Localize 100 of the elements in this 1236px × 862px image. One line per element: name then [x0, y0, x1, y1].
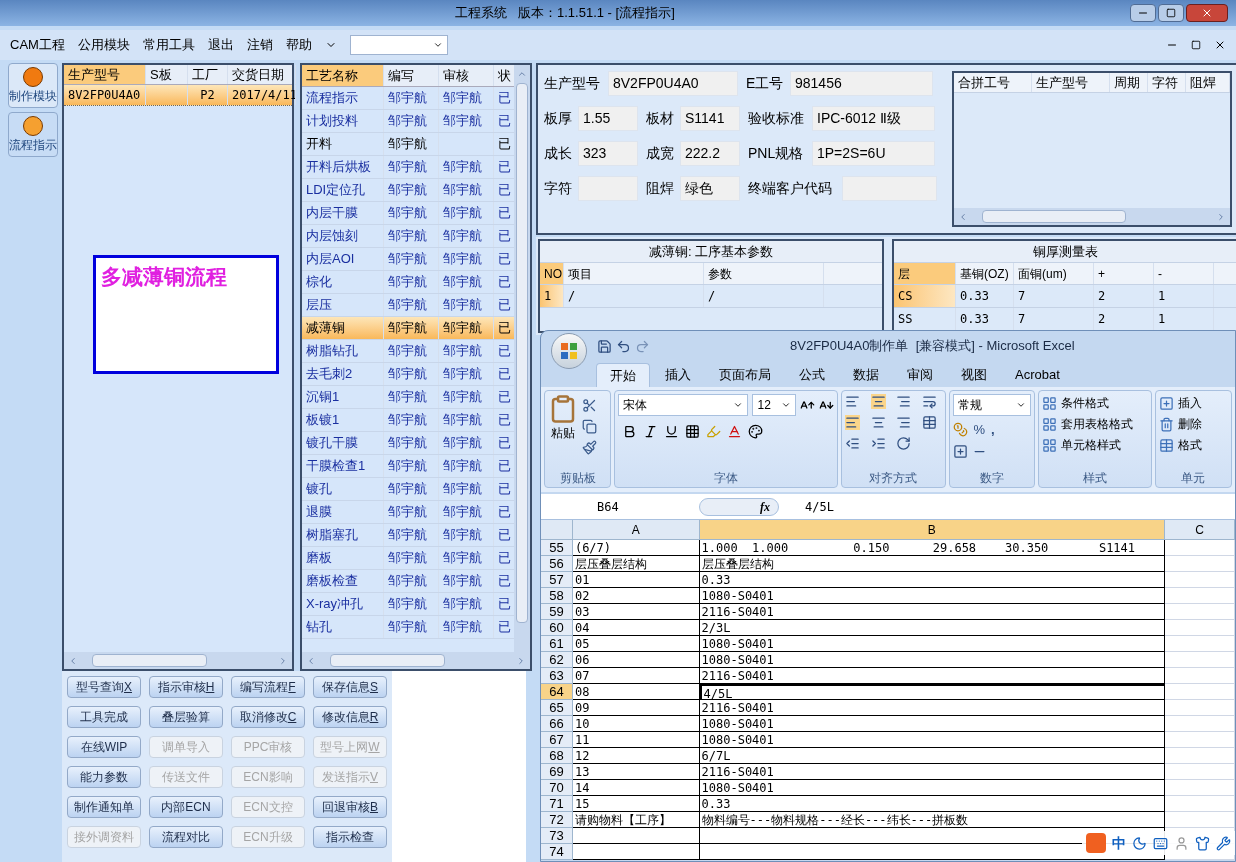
row-number[interactable]: 69	[541, 764, 573, 780]
save-icon[interactable]	[597, 338, 612, 354]
style-menu[interactable]: 套用表格格式	[1061, 415, 1134, 433]
action-button[interactable]: 工具完成	[67, 706, 141, 728]
menu-item[interactable]: 退出	[207, 35, 234, 55]
cell-command[interactable]: 插入	[1177, 394, 1202, 412]
function-button[interactable]: fx	[699, 497, 779, 516]
align-left-icon[interactable]	[845, 415, 861, 430]
scroll-right-icon[interactable]	[1216, 211, 1226, 222]
ribbon-tab[interactable]: 数据	[840, 363, 892, 387]
sheet-cell[interactable]: 2116-S0401	[699, 700, 1166, 716]
align-bottom-icon[interactable]	[896, 394, 912, 409]
process-row[interactable]: 减薄铜 邹宇航 邹宇航 已	[302, 317, 514, 340]
text-field[interactable]: IPC-6012 Ⅱ级	[812, 106, 935, 131]
horizontal-scrollbar[interactable]	[64, 652, 292, 669]
action-button[interactable]: 回退审核B	[313, 796, 387, 818]
size-select[interactable]: 12	[752, 394, 797, 416]
sheet-cell[interactable]: 13	[572, 764, 700, 780]
row-number[interactable]: 55	[541, 540, 573, 556]
align-center-icon[interactable]	[870, 415, 886, 430]
sheet-cell[interactable]: 6/7L	[699, 748, 1166, 764]
scroll-left-icon[interactable]	[958, 211, 968, 222]
row-number[interactable]: 58	[541, 588, 573, 604]
row-number[interactable]: 66	[541, 716, 573, 732]
vertical-scrollbar[interactable]	[514, 65, 530, 652]
horizontal-scrollbar[interactable]	[302, 652, 530, 669]
sheet-cell[interactable]: 0.33	[699, 796, 1166, 812]
keyboard-icon[interactable]	[1153, 835, 1168, 851]
column-header[interactable]: B	[699, 520, 1166, 539]
action-button[interactable]: 编写流程F	[231, 676, 305, 698]
percent-button[interactable]: %	[973, 420, 986, 440]
close-button[interactable]	[1186, 4, 1228, 22]
ribbon-tab[interactable]: 开始	[596, 363, 650, 387]
scroll-left-icon[interactable]	[306, 655, 316, 666]
action-button[interactable]: 制作通知单	[67, 796, 141, 818]
orientation-icon[interactable]	[896, 436, 912, 451]
menu-item[interactable]: 帮助	[285, 35, 312, 55]
increase-indent-icon[interactable]	[870, 436, 886, 451]
text-field[interactable]: 8V2FP0U4A0	[608, 71, 738, 96]
copy-icon[interactable]	[582, 419, 597, 434]
action-button[interactable]: 型号查询X	[67, 676, 141, 698]
sheet-cell[interactable]: (6/7)	[572, 540, 700, 556]
sidebar-button[interactable]: 流程指示	[8, 112, 58, 157]
merge-cells-icon[interactable]	[922, 415, 937, 430]
column-header[interactable]: C	[1165, 520, 1235, 539]
sheet-cell[interactable]	[572, 828, 700, 844]
row-number[interactable]: 72	[541, 812, 573, 828]
row-number[interactable]: 71	[541, 796, 573, 812]
sheet-cell[interactable]: 15	[572, 796, 700, 812]
minimize-button[interactable]	[1130, 4, 1156, 22]
number-format-select[interactable]: 常规	[952, 394, 1032, 416]
mdi-close-icon[interactable]	[1214, 39, 1226, 51]
sheet-cell[interactable]: 12	[572, 748, 700, 764]
scroll-thumb[interactable]	[516, 83, 528, 623]
sheet-cell[interactable]: 05	[572, 636, 700, 652]
shirt-icon[interactable]	[1195, 835, 1210, 851]
sheet-cell[interactable]: 4/5L	[699, 684, 1166, 700]
scroll-thumb[interactable]	[92, 654, 208, 667]
sheet-cell[interactable]: 04	[572, 620, 700, 636]
row-number[interactable]: 62	[541, 652, 573, 668]
style-icon[interactable]	[1042, 437, 1058, 453]
row-number[interactable]: 56	[541, 556, 573, 572]
sheet-cell[interactable]: 01	[572, 572, 700, 588]
sheet-cell[interactable]: 1.000 1.000 0.150 29.658 30.350 S1141	[699, 540, 1166, 556]
underline-icon[interactable]	[664, 424, 680, 439]
sheet-cell[interactable]: 层压叠层结构	[572, 556, 700, 572]
action-button[interactable]: 在线WIP	[67, 736, 141, 758]
text-field[interactable]: 1P=2S=6U	[812, 141, 935, 166]
sheet-cell[interactable]: 0.33	[699, 572, 1166, 588]
sheet-cell[interactable]: 2/3L	[699, 620, 1166, 636]
cell-command[interactable]: 删除	[1177, 415, 1202, 433]
undo-icon[interactable]	[616, 338, 631, 354]
sheet-cell[interactable]: 1080-S0401	[699, 588, 1166, 604]
text-field[interactable]: 981456	[790, 71, 933, 96]
row-number[interactable]: 73	[541, 828, 573, 844]
maximize-button[interactable]	[1158, 4, 1184, 22]
sheet-cell[interactable]: 物料编号---物料规格---经长---纬长---拼板数	[699, 812, 1166, 828]
scroll-thumb[interactable]	[982, 210, 1126, 223]
menu-item[interactable]: CAM工程	[10, 35, 65, 55]
style-menu[interactable]: 条件格式	[1061, 394, 1110, 412]
sheet-cell[interactable]: 层压叠层结构	[699, 556, 1166, 572]
table-row[interactable]: 1 / /	[540, 285, 882, 308]
border-icon[interactable]	[685, 424, 701, 439]
mdi-restore-icon[interactable]	[1191, 40, 1201, 50]
action-button[interactable]: 指示审核H	[149, 676, 223, 698]
text-field[interactable]: 绿色	[680, 176, 740, 201]
sheet-cell[interactable]: 2116-S0401	[699, 668, 1166, 684]
paste-button[interactable]: 粘贴	[551, 424, 575, 442]
action-button[interactable]: 修改信息R	[313, 706, 387, 728]
sidebar-button[interactable]: 制作模块	[8, 63, 58, 108]
italic-icon[interactable]	[643, 424, 659, 439]
cell-command-icon[interactable]	[1158, 416, 1174, 432]
style-menu[interactable]: 单元格样式	[1061, 436, 1122, 454]
ribbon-tab[interactable]: 页面布局	[706, 363, 784, 387]
ribbon-tab[interactable]: 公式	[786, 363, 838, 387]
fill-color-icon[interactable]	[706, 424, 722, 439]
sheet-cell[interactable]: 1080-S0401	[699, 652, 1166, 668]
horizontal-scrollbar[interactable]	[954, 208, 1230, 225]
ribbon-tab[interactable]: 插入	[652, 363, 704, 387]
row-number[interactable]: 60	[541, 620, 573, 636]
